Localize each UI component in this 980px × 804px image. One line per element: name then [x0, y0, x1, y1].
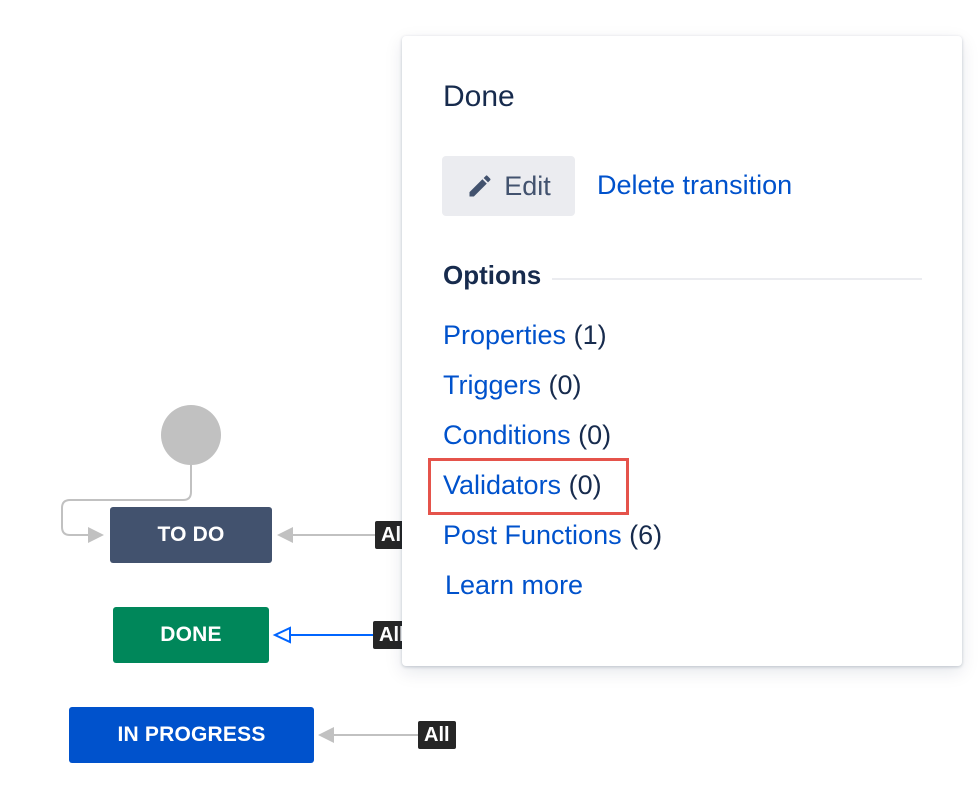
option-properties: Properties (1) [443, 320, 607, 351]
status-node-todo[interactable]: TO DO [110, 507, 272, 563]
edit-button[interactable]: Edit [442, 156, 575, 216]
status-node-done[interactable]: DONE [113, 607, 269, 663]
workflow-editor: TO DO DONE IN PROGRESS All All All Done … [0, 0, 980, 804]
status-node-in-progress[interactable]: IN PROGRESS [69, 707, 314, 763]
transition-details-dialog: Done Edit Delete transition Options Prop… [402, 36, 962, 666]
learn-more-link[interactable]: Learn more [445, 570, 583, 601]
all-transition-badge-in-progress[interactable]: All [418, 721, 456, 749]
todo-transition-arrowhead [277, 527, 293, 543]
inprogress-transition-arrowhead [318, 727, 334, 743]
triggers-link[interactable]: Triggers [443, 370, 541, 400]
start-node[interactable] [161, 405, 221, 465]
option-triggers: Triggers (0) [443, 370, 582, 401]
post-functions-count: (6) [629, 520, 663, 550]
conditions-count: (0) [578, 420, 612, 450]
post-functions-link[interactable]: Post Functions [443, 520, 622, 550]
validators-link[interactable]: Validators [443, 470, 561, 500]
option-validators: Validators (0) [443, 470, 602, 501]
validators-count: (0) [568, 470, 602, 500]
edit-button-label: Edit [504, 170, 551, 201]
initial-transition-arrowhead [88, 527, 104, 543]
conditions-link[interactable]: Conditions [443, 420, 571, 450]
triggers-count: (0) [548, 370, 582, 400]
options-divider [552, 278, 922, 280]
option-post-functions: Post Functions (6) [443, 520, 662, 551]
option-conditions: Conditions (0) [443, 420, 611, 451]
properties-link[interactable]: Properties [443, 320, 566, 350]
properties-count: (1) [573, 320, 607, 350]
options-heading: Options [443, 260, 550, 291]
done-transition-arrowhead [272, 626, 291, 644]
dialog-title: Done [443, 80, 515, 113]
pencil-icon [466, 172, 494, 200]
delete-transition-link[interactable]: Delete transition [597, 170, 792, 201]
